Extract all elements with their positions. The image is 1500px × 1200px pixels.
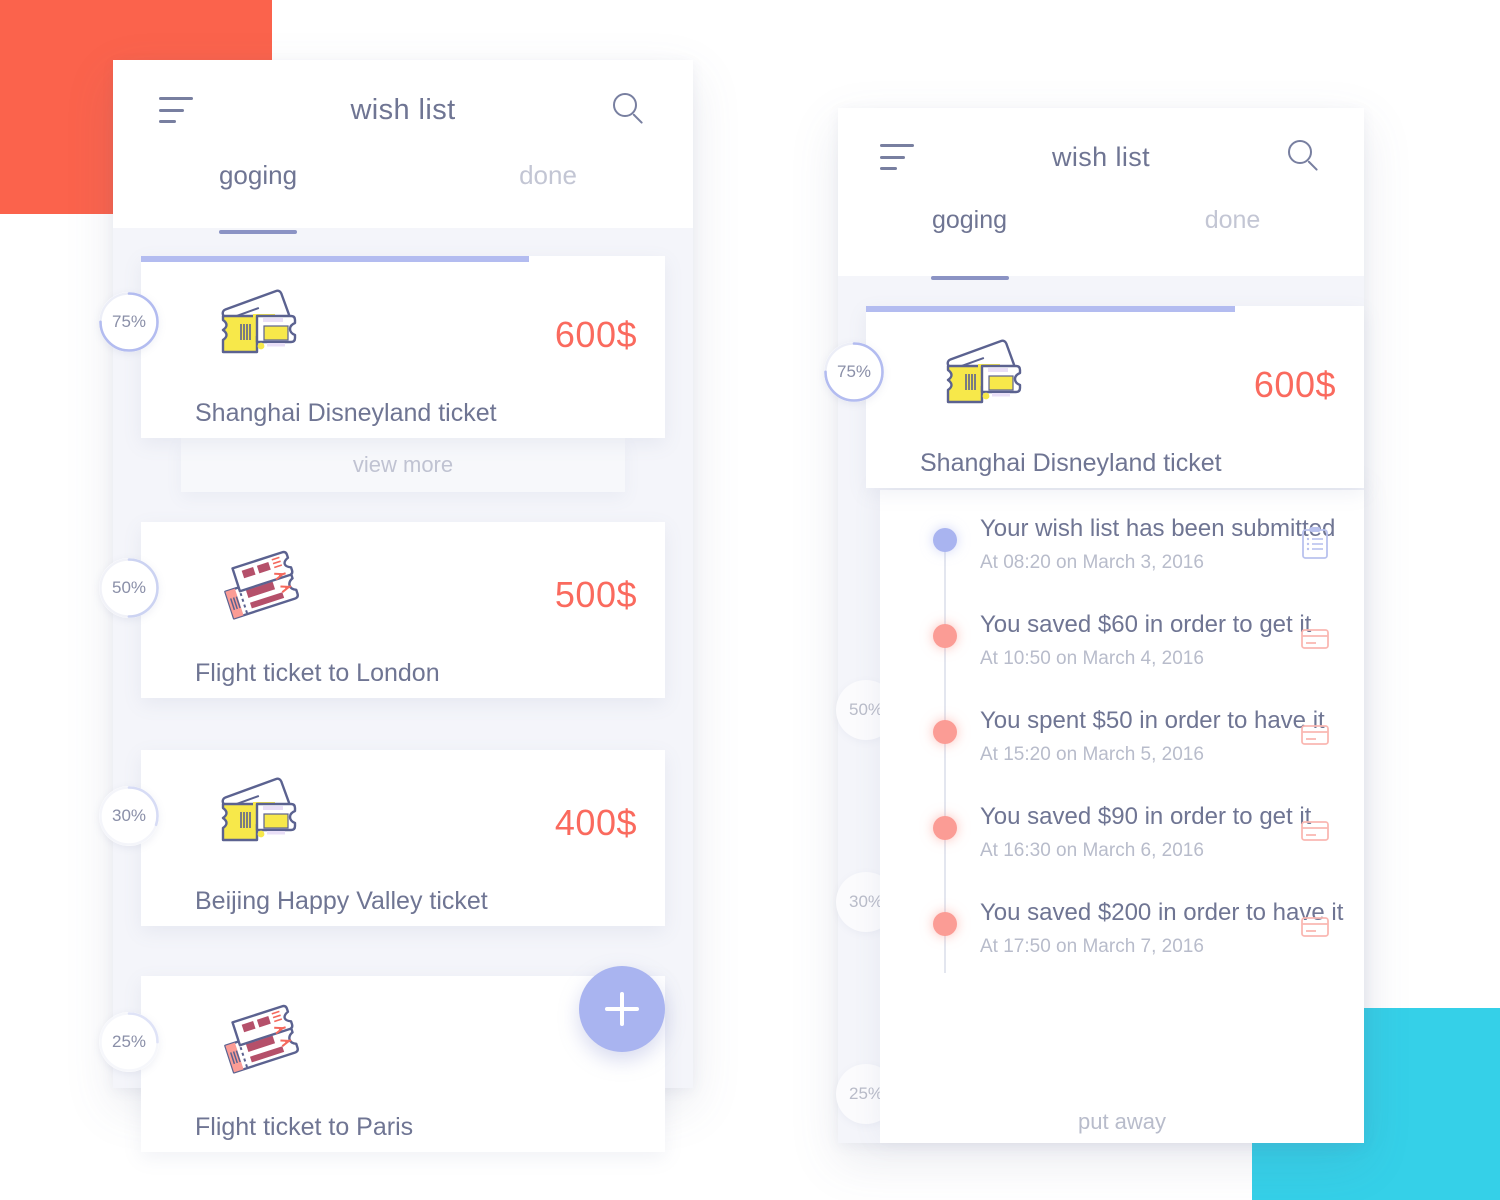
timeline-timestamp: At 17:50 on March 7, 2016 [980, 936, 1204, 957]
search-icon[interactable] [1288, 140, 1322, 174]
tab-goging[interactable]: goging [838, 206, 1101, 274]
app-bar: wish list goging done [113, 60, 693, 228]
progress-value: 75% [836, 362, 872, 381]
progress-value: 25% [111, 1032, 147, 1051]
timeline-text: You spent $50 in order to have it [980, 707, 1325, 734]
timeline-entry[interactable]: Your wish list has been submitted At 08:… [880, 514, 1364, 610]
clipboard-icon [1302, 527, 1328, 559]
credit-card-icon [1301, 821, 1329, 841]
timeline-entry[interactable]: You saved $60 in order to get it At 10:5… [880, 610, 1364, 706]
hamburger-icon[interactable] [159, 97, 193, 123]
phone-screen-list: wish list goging done 75% 600$ Shanghai … [99, 60, 693, 1152]
page-title: wish list [1051, 141, 1151, 172]
progress-badge: 75% [99, 292, 159, 352]
item-title: Shanghai Disneyland ticket [920, 449, 1222, 477]
progress-value: 30% [111, 806, 147, 825]
progress-value: 25% [848, 1084, 884, 1103]
timeline-timestamp: At 08:20 on March 3, 2016 [980, 552, 1204, 573]
item-price: 600$ [554, 314, 637, 355]
yellow-ticket-icon [197, 284, 317, 385]
tab-done[interactable]: done [1101, 206, 1364, 274]
timeline-dot-icon [933, 720, 957, 744]
progress-badge: 75% [824, 342, 884, 402]
timeline-timestamp: At 16:30 on March 6, 2016 [980, 840, 1204, 861]
progress-value: 50% [111, 578, 147, 597]
page-title: wish list [350, 93, 456, 126]
wish-card[interactable]: 600$ Shanghai Disneyland ticket [866, 306, 1364, 488]
view-more-button[interactable]: view more [181, 438, 625, 492]
timeline-timestamp: At 15:20 on March 5, 2016 [980, 744, 1204, 765]
progress-value: 75% [111, 312, 147, 331]
put-away-button[interactable]: put away [880, 1109, 1364, 1135]
list-item[interactable]: 75% 600$ Shanghai Disneyland ticket view… [99, 256, 665, 492]
app-bar: wish list goging done [838, 108, 1364, 276]
timeline-text: Your wish list has been submitted [980, 515, 1336, 542]
progress-badge: 30% [99, 786, 159, 846]
add-wish-button[interactable] [579, 966, 665, 1052]
credit-card-icon [1301, 725, 1329, 745]
red-flight-ticket-icon [197, 998, 317, 1099]
tab-done[interactable]: done [403, 160, 693, 228]
item-price: 400$ [554, 802, 637, 843]
featured-wish-card[interactable]: 75% 600$ Shanghai Disneyland ticket [824, 306, 1364, 488]
timeline-dot-icon [933, 528, 957, 552]
credit-card-icon [1301, 917, 1329, 937]
timeline-text: You saved $90 in order to get it [980, 803, 1312, 830]
canvas: wish list goging done 75% 600$ Shanghai … [0, 0, 1500, 1200]
wish-card[interactable]: 500$ Flight ticket to London [141, 522, 665, 698]
tab-bar: goging done [113, 160, 693, 228]
credit-card-icon [1301, 629, 1329, 649]
progress-badge: 50% [99, 558, 159, 618]
timeline-dot-icon [933, 624, 957, 648]
list-item[interactable]: 50% 500$ Flight ticket to London [99, 522, 665, 698]
yellow-ticket-icon [922, 334, 1042, 435]
item-title: Flight ticket to London [195, 659, 440, 687]
timeline-panel: Your wish list has been submitted At 08:… [880, 490, 1364, 1143]
progress-value: 30% [848, 892, 884, 911]
timeline-text: You saved $60 in order to get it [980, 611, 1312, 638]
red-flight-ticket-icon [197, 544, 317, 645]
yellow-ticket-icon [197, 772, 317, 873]
progress-value: 50% [848, 700, 884, 719]
item-title: Flight ticket to Paris [195, 1113, 414, 1141]
progress-badge: 25% [99, 1012, 159, 1072]
phone-screen-detail: wish list goging done 50% 30% 25% 75% 60… [824, 108, 1364, 1143]
item-price: 500$ [554, 574, 637, 615]
tab-goging[interactable]: goging [113, 160, 403, 228]
hamburger-icon[interactable] [880, 144, 914, 170]
item-title: Shanghai Disneyland ticket [195, 399, 497, 427]
wish-card[interactable]: 600$ Shanghai Disneyland ticket [141, 256, 665, 438]
timeline-timestamp: At 10:50 on March 4, 2016 [980, 648, 1204, 669]
list-item[interactable]: 30% 400$ Beijing Happy Valley ticket [99, 750, 665, 926]
wish-card[interactable]: 400$ Beijing Happy Valley ticket [141, 750, 665, 926]
timeline-entry[interactable]: You saved $200 in order to have it At 17… [880, 898, 1364, 994]
timeline-dot-icon [933, 816, 957, 840]
timeline-text: You saved $200 in order to have it [980, 899, 1344, 926]
timeline-dot-icon [933, 912, 957, 936]
tab-bar: goging done [838, 206, 1364, 274]
item-title: Beijing Happy Valley ticket [195, 887, 488, 915]
item-price: 600$ [1253, 364, 1336, 405]
timeline-entry[interactable]: You spent $50 in order to have it At 15:… [880, 706, 1364, 802]
search-icon[interactable] [613, 93, 647, 127]
timeline-entry[interactable]: You saved $90 in order to get it At 16:3… [880, 802, 1364, 898]
